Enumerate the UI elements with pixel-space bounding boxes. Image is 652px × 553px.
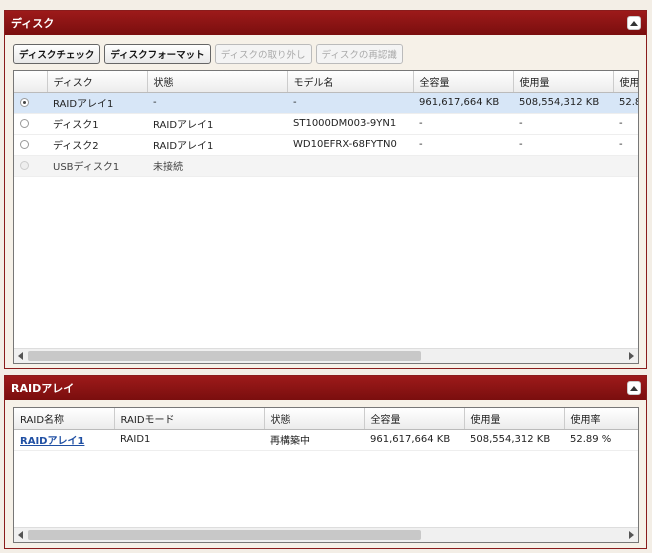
raid-table: RAID名称 RAIDモード 状態 全容量 使用量 使用率 RAIDアレイ1 R… xyxy=(13,407,639,543)
horizontal-scrollbar[interactable] xyxy=(14,527,638,542)
column-header[interactable]: ディスク xyxy=(47,71,148,93)
disk-panel: ディスク ディスクチェック ディスクフォーマット ディスクの取り外し ディスクの… xyxy=(4,10,647,369)
radio-button xyxy=(20,160,29,170)
disk-model xyxy=(287,155,413,177)
disk-usage xyxy=(613,155,638,177)
scroll-thumb[interactable] xyxy=(28,351,421,361)
disk-status: RAIDアレイ1 xyxy=(147,134,287,156)
disk-remove-button[interactable]: ディスクの取り外し xyxy=(214,44,312,64)
scroll-right-icon[interactable] xyxy=(629,352,634,360)
horizontal-scrollbar[interactable] xyxy=(14,348,638,363)
scroll-left-icon[interactable] xyxy=(18,352,23,360)
disk-format-button[interactable]: ディスクフォーマット xyxy=(104,44,211,64)
disk-check-button[interactable]: ディスクチェック xyxy=(13,44,101,64)
scroll-thumb[interactable] xyxy=(28,530,421,540)
disk-panel-title: ディスク xyxy=(11,17,55,30)
column-header[interactable]: RAIDモード xyxy=(114,408,265,430)
collapse-icon[interactable] xyxy=(627,381,641,395)
scroll-left-icon[interactable] xyxy=(18,531,23,539)
disk-capacity: - xyxy=(413,113,513,135)
disk-model: WD10EFRX-68FYTN0 xyxy=(287,134,413,156)
column-header[interactable]: RAID名称 xyxy=(14,408,115,430)
disk-name: USBディスク1 xyxy=(47,155,147,177)
select-column-header xyxy=(14,71,48,93)
column-header[interactable]: 全容量 xyxy=(413,71,514,93)
disk-used: 508,554,312 KB xyxy=(513,92,613,114)
column-header[interactable]: 使用量 xyxy=(513,71,614,93)
table-row[interactable]: ディスク2 RAIDアレイ1 WD10EFRX-68FYTN0 - - - xyxy=(14,134,638,156)
table-row[interactable]: ディスク1 RAIDアレイ1 ST1000DM003-9YN1 - - - xyxy=(14,113,638,135)
disk-capacity: - xyxy=(413,134,513,156)
column-header[interactable]: モデル名 xyxy=(287,71,414,93)
scroll-right-icon[interactable] xyxy=(629,531,634,539)
raid-status: 再構築中 xyxy=(264,429,364,451)
disk-usage: - xyxy=(613,113,638,135)
disk-table-header: ディスク 状態 モデル名 全容量 使用量 使用率 xyxy=(14,71,638,93)
column-header[interactable]: 全容量 xyxy=(364,408,465,430)
disk-name: RAIDアレイ1 xyxy=(47,92,147,114)
table-row: RAIDアレイ1 RAID1 再構築中 961,617,664 KB 508,5… xyxy=(14,429,638,451)
collapse-icon[interactable] xyxy=(627,16,641,30)
raid-mode: RAID1 xyxy=(114,429,264,451)
raid-usage: 52.89 % xyxy=(564,429,638,451)
disk-table: ディスク 状態 モデル名 全容量 使用量 使用率 RAIDアレイ1 - - 96… xyxy=(13,70,639,364)
raid-panel-header: RAIDアレイ xyxy=(5,376,646,400)
disk-model: - xyxy=(287,92,413,114)
disk-toolbar: ディスクチェック ディスクフォーマット ディスクの取り外し ディスクの再認識 xyxy=(13,44,403,64)
disk-capacity: 961,617,664 KB xyxy=(413,92,513,114)
disk-name: ディスク1 xyxy=(47,113,147,135)
disk-rescan-button[interactable]: ディスクの再認識 xyxy=(315,44,403,64)
disk-panel-header: ディスク xyxy=(5,11,646,35)
disk-model: ST1000DM003-9YN1 xyxy=(287,113,413,135)
radio-button[interactable] xyxy=(20,97,29,107)
raid-used: 508,554,312 KB xyxy=(464,429,564,451)
radio-button[interactable] xyxy=(20,139,29,149)
column-header[interactable]: 使用率 xyxy=(613,71,638,93)
radio-button[interactable] xyxy=(20,118,29,128)
raid-table-header: RAID名称 RAIDモード 状態 全容量 使用量 使用率 xyxy=(14,408,638,430)
disk-usage: - xyxy=(613,134,638,156)
column-header[interactable]: 状態 xyxy=(147,71,288,93)
disk-status: 未接続 xyxy=(147,155,287,177)
raid-capacity: 961,617,664 KB xyxy=(364,429,464,451)
disk-used xyxy=(513,155,613,177)
column-header[interactable]: 状態 xyxy=(264,408,365,430)
disk-status: RAIDアレイ1 xyxy=(147,113,287,135)
column-header[interactable]: 使用率 xyxy=(564,408,638,430)
column-header[interactable]: 使用量 xyxy=(464,408,565,430)
disk-used: - xyxy=(513,134,613,156)
disk-name: ディスク2 xyxy=(47,134,147,156)
disk-capacity xyxy=(413,155,513,177)
disk-status: - xyxy=(147,92,287,114)
raid-panel: RAIDアレイ RAID名称 RAIDモード 状態 全容量 使用量 使用率 RA… xyxy=(4,375,647,549)
table-row: USBディスク1 未接続 xyxy=(14,155,638,177)
table-row[interactable]: RAIDアレイ1 - - 961,617,664 KB 508,554,312 … xyxy=(14,92,638,114)
disk-used: - xyxy=(513,113,613,135)
raid-panel-title: RAIDアレイ xyxy=(11,382,75,395)
raid-name-link[interactable]: RAIDアレイ1 xyxy=(20,436,84,447)
disk-usage: 52.89 xyxy=(613,92,638,114)
